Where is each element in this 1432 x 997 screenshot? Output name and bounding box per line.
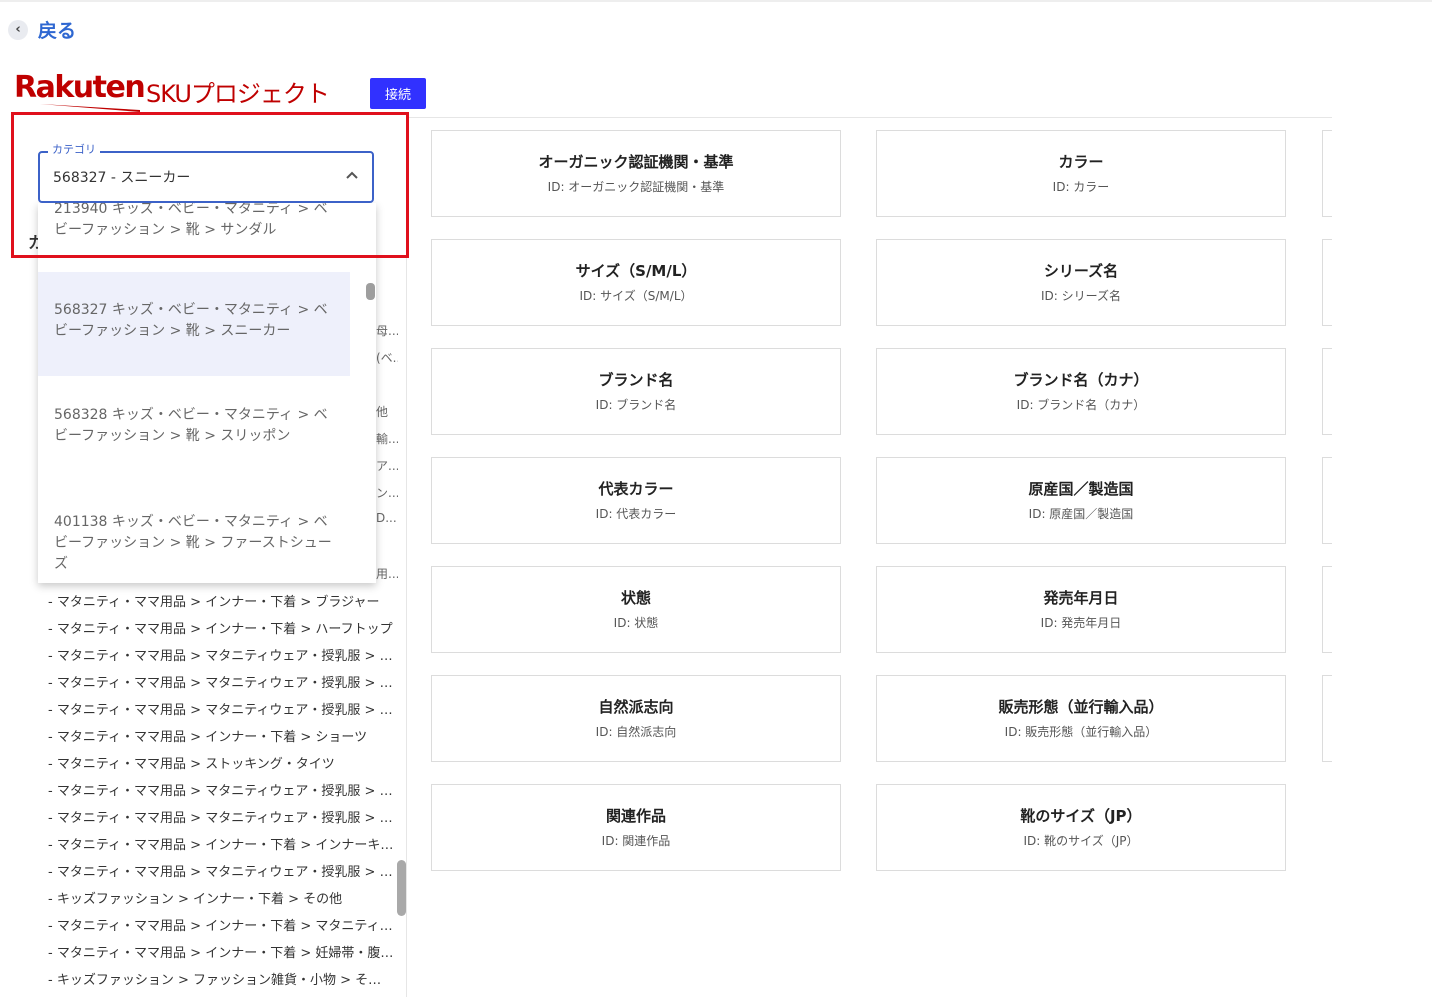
category-list-item[interactable]: - マタニティ・ママ用品 > マタニティウェア・授乳服 > トレーナー xyxy=(48,807,394,829)
category-list-item[interactable]: - マタニティ・ママ用品 > インナー・下着 > インナーキャミソール xyxy=(48,834,394,856)
attribute-card[interactable]: 靴のサイズ（JP） ID: 靴のサイズ（JP） xyxy=(876,784,1286,871)
dropdown-option[interactable]: 401138 キッズ・ベビー・マタニティ > ベビーファッション > 靴 > フ… xyxy=(38,480,350,583)
top-border xyxy=(0,0,1432,2)
category-list-item[interactable]: - マタニティ・ママ用品 > マタニティウェア・授乳服 > スカート xyxy=(48,672,394,694)
dropdown-option-label: 568327 キッズ・ベビー・マタニティ > ベビーファッション > 靴 > ス… xyxy=(54,302,328,339)
category-list-item[interactable]: - マタニティ・ママ用品 > マタニティウェア・授乳服 > コート xyxy=(48,699,394,721)
attribute-card-partial[interactable] xyxy=(1322,457,1332,544)
category-list-item[interactable]: - マタニティ・ママ用品 > インナー・下着 > ショーツ xyxy=(48,726,394,748)
attribute-card[interactable]: 代表カラー ID: 代表カラー xyxy=(431,457,841,544)
attribute-card-partial[interactable] xyxy=(1322,348,1332,435)
attribute-title: 原産国／製造国 xyxy=(1028,480,1134,498)
category-list-item[interactable]: - マタニティ・ママ用品 > マタニティウェア・授乳服 > ワンピース xyxy=(48,645,394,667)
attribute-title: カラー xyxy=(1058,153,1104,171)
category-select-value: 568327 - スニーカー xyxy=(53,170,191,186)
attribute-card[interactable]: ブランド名 ID: ブランド名 xyxy=(431,348,841,435)
attribute-card[interactable]: ブランド名（カナ） ID: ブランド名（カナ） xyxy=(876,348,1286,435)
category-field-label: カテゴリ xyxy=(48,141,100,157)
attribute-id: ID: 関連作品 xyxy=(601,834,671,848)
attribute-id: ID: 靴のサイズ（JP） xyxy=(1023,834,1139,848)
connect-button[interactable]: 接続 xyxy=(370,78,426,109)
category-list-fragment: 他 xyxy=(376,405,389,419)
logo-swoosh-icon xyxy=(40,104,140,112)
attribute-title: 靴のサイズ（JP） xyxy=(1020,807,1142,825)
header-divider xyxy=(406,117,1332,118)
category-list-item[interactable]: - マタニティ・ママ用品 > マタニティウェア・授乳服 > スーツ xyxy=(48,861,394,883)
category-list-item[interactable]: - マタニティ・ママ用品 > インナー・下着 > マタニティガードル xyxy=(48,915,394,937)
attribute-title: 状態 xyxy=(620,589,651,607)
attribute-id: ID: サイズ（S/M/L） xyxy=(579,289,693,303)
category-list-item[interactable]: - マタニティ・ママ用品 > インナー・下着 > 妊婦帯・腹帯セット xyxy=(48,942,394,964)
dropdown-option[interactable]: 213940 キッズ・ベビー・マタニティ > ベビーファッション > 靴 > サ… xyxy=(38,203,350,249)
category-list-fragment: ン... xyxy=(376,486,398,500)
attribute-title: ブランド名（カナ） xyxy=(1013,371,1149,389)
attribute-id: ID: カラー xyxy=(1052,180,1110,194)
dropdown-scrollbar[interactable] xyxy=(366,283,375,300)
chevron-up-icon[interactable] xyxy=(344,167,360,183)
attribute-card-partial[interactable] xyxy=(1322,130,1332,217)
dropdown-option[interactable]: 568328 キッズ・ベビー・マタニティ > ベビーファッション > 靴 > ス… xyxy=(38,376,350,480)
attribute-id: ID: ブランド名（カナ） xyxy=(1016,398,1146,412)
attribute-title: 代表カラー xyxy=(598,480,674,498)
attribute-card[interactable]: 関連作品 ID: 関連作品 xyxy=(431,784,841,871)
attribute-card[interactable]: 発売年月日 ID: 発売年月日 xyxy=(876,566,1286,653)
category-select[interactable]: 568327 - スニーカー xyxy=(38,151,374,203)
attribute-id: ID: オーガニック認証機関・基準 xyxy=(547,180,725,194)
attribute-id: ID: ブランド名 xyxy=(595,398,677,412)
attribute-card[interactable]: 原産国／製造国 ID: 原産国／製造国 xyxy=(876,457,1286,544)
attribute-id: ID: 発売年月日 xyxy=(1040,616,1122,630)
category-list-item[interactable]: - マタニティ・ママ用品 > インナー・下着 > ブラジャー xyxy=(48,591,394,613)
attribute-id: ID: 原産国／製造国 xyxy=(1028,507,1134,521)
attribute-card[interactable]: 自然派志向 ID: 自然派志向 xyxy=(431,675,841,762)
attribute-title: オーガニック認証機関・基準 xyxy=(538,153,734,171)
attribute-title: サイズ（S/M/L） xyxy=(575,262,697,280)
category-list-item[interactable]: - マタニティ・ママ用品 > インナー・下着 > ハーフトップ xyxy=(48,618,394,640)
attribute-card-partial[interactable] xyxy=(1322,566,1332,653)
attribute-title: 関連作品 xyxy=(605,807,666,825)
attribute-id: ID: 販売形態（並行輸入品） xyxy=(1004,725,1158,739)
back-label[interactable]: 戻る xyxy=(38,16,76,43)
category-list-fragment: D... xyxy=(376,511,397,525)
chevron-left-icon[interactable]: ‹ xyxy=(8,19,28,40)
logo-wordmark: Rakuten xyxy=(14,70,146,105)
category-list-fragment: 母... xyxy=(376,324,398,338)
attribute-title: ブランド名 xyxy=(598,371,674,389)
category-list-fragment: (ベ... xyxy=(376,351,398,365)
category-list-item[interactable]: - キッズファッション > インナー・下着 > その他 xyxy=(48,888,394,910)
category-list-item[interactable]: - キッズファッション > ファッション雑貨・小物 > その他 xyxy=(48,969,394,991)
attribute-title: 販売形態（並行輸入品） xyxy=(998,698,1164,716)
back-link[interactable]: ‹ 戻る xyxy=(8,16,76,43)
dropdown-option-label: 401138 キッズ・ベビー・マタニティ > ベビーファッション > 靴 > フ… xyxy=(54,514,332,572)
dropdown-option-label: 568328 キッズ・ベビー・マタニティ > ベビーファッション > 靴 > ス… xyxy=(54,407,328,444)
category-list-fragment: 輸... xyxy=(376,432,398,446)
attribute-card[interactable]: 販売形態（並行輸入品） ID: 販売形態（並行輸入品） xyxy=(876,675,1286,762)
dropdown-option-selected[interactable]: 568327 キッズ・ベビー・マタニティ > ベビーファッション > 靴 > ス… xyxy=(38,272,350,376)
attribute-card-partial[interactable] xyxy=(1322,675,1332,762)
category-list-item[interactable]: - マタニティ・ママ用品 > マタニティウェア・授乳服 > トップス xyxy=(48,780,394,802)
category-list-item[interactable]: - マタニティ・ママ用品 > ストッキング・タイツ xyxy=(48,753,394,775)
attribute-id: ID: 代表カラー xyxy=(595,507,677,521)
attribute-card[interactable]: 状態 ID: 状態 xyxy=(431,566,841,653)
attribute-title: シリーズ名 xyxy=(1043,262,1119,280)
logo-subtitle: SKUプロジェクト xyxy=(146,80,330,108)
attribute-card[interactable]: オーガニック認証機関・基準 ID: オーガニック認証機関・基準 xyxy=(431,130,841,217)
attribute-title: 自然派志向 xyxy=(598,698,674,716)
attribute-id: ID: 状態 xyxy=(613,616,659,630)
category-list-fragment: ア... xyxy=(376,459,398,473)
attribute-title: 発売年月日 xyxy=(1043,589,1119,607)
attribute-card[interactable]: カラー ID: カラー xyxy=(876,130,1286,217)
attribute-card[interactable]: シリーズ名 ID: シリーズ名 xyxy=(876,239,1286,326)
category-dropdown[interactable]: 213940 キッズ・ベビー・マタニティ > ベビーファッション > 靴 > サ… xyxy=(38,203,376,583)
attribute-card-partial[interactable] xyxy=(1322,239,1332,326)
sidebar-scrollbar[interactable] xyxy=(397,860,406,916)
attribute-id: ID: シリーズ名 xyxy=(1040,289,1122,303)
category-list-fragment: 用... xyxy=(376,567,398,581)
attribute-id: ID: 自然派志向 xyxy=(595,725,677,739)
attribute-card[interactable]: サイズ（S/M/L） ID: サイズ（S/M/L） xyxy=(431,239,841,326)
